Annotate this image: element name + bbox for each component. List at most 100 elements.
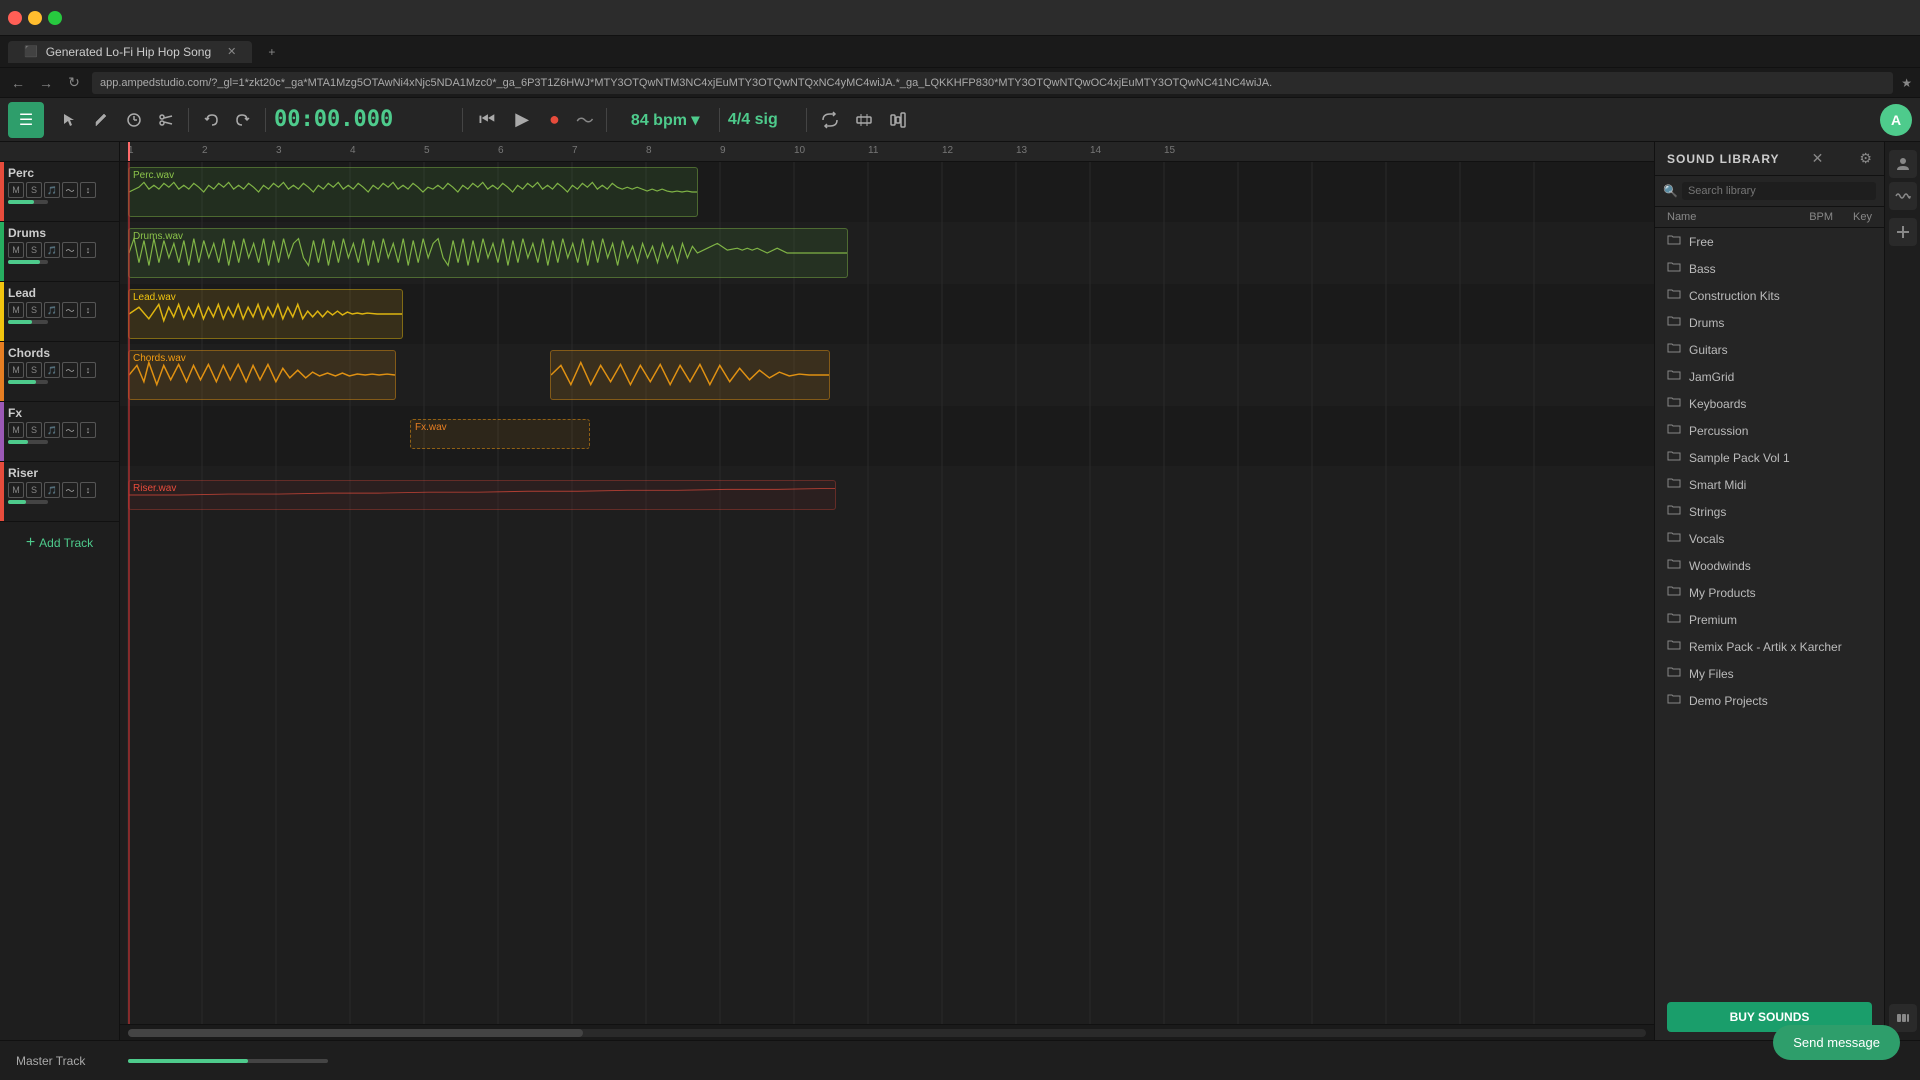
mute-drums[interactable]: M xyxy=(8,242,24,258)
solo-fx[interactable]: S xyxy=(26,422,42,438)
track-volume-drums[interactable] xyxy=(8,260,48,264)
library-close-button[interactable]: ✕ xyxy=(1812,150,1824,167)
bpm-display[interactable]: 84 bpm ▾ xyxy=(631,110,711,130)
library-item-bass[interactable]: Bass xyxy=(1655,255,1884,282)
mute-riser[interactable]: M xyxy=(8,482,24,498)
play-button[interactable]: ▶ xyxy=(507,105,537,134)
midi-perc[interactable]: 🎵 xyxy=(44,182,60,198)
back-button[interactable]: ← xyxy=(8,75,28,91)
loop-tool[interactable] xyxy=(815,107,845,133)
midi-riser[interactable]: 🎵 xyxy=(44,482,60,498)
clip-perc[interactable]: Perc.wav xyxy=(128,167,698,217)
pencil-tool[interactable] xyxy=(88,108,116,132)
mute-lead[interactable]: M xyxy=(8,302,24,318)
mute-perc[interactable]: M xyxy=(8,182,24,198)
library-item-free[interactable]: Free xyxy=(1655,228,1884,255)
eq-lead[interactable]: 〜 xyxy=(62,302,78,318)
clock-tool[interactable] xyxy=(120,108,148,132)
scroll-thumb[interactable] xyxy=(128,1029,583,1037)
redo-button[interactable] xyxy=(229,108,257,132)
url-bar[interactable] xyxy=(92,72,1893,94)
record-button[interactable]: ● xyxy=(541,105,568,134)
clip-fx[interactable]: Fx.wav xyxy=(410,419,590,449)
library-item-percussion[interactable]: Percussion xyxy=(1655,417,1884,444)
add-track-button[interactable]: + Add Track xyxy=(0,526,119,560)
expand-lead[interactable]: ↕ xyxy=(80,302,96,318)
midi-chords[interactable]: 🎵 xyxy=(44,362,60,378)
track-volume-perc[interactable] xyxy=(8,200,48,204)
master-volume-track[interactable] xyxy=(128,1059,328,1063)
bookmark-icon[interactable]: ★ xyxy=(1901,76,1912,90)
library-item-woodwinds[interactable]: Woodwinds xyxy=(1655,552,1884,579)
select-tool[interactable] xyxy=(56,108,84,132)
minimize-btn[interactable] xyxy=(28,11,42,25)
new-tab-btn[interactable]: + xyxy=(256,41,287,63)
mute-fx[interactable]: M xyxy=(8,422,24,438)
solo-perc[interactable]: S xyxy=(26,182,42,198)
bottom-scrollbar[interactable] xyxy=(120,1024,1654,1040)
library-item-my-files[interactable]: My Files xyxy=(1655,660,1884,687)
mix-tool[interactable] xyxy=(883,107,913,133)
track-volume-chords[interactable] xyxy=(8,380,48,384)
midi-fx[interactable]: 🎵 xyxy=(44,422,60,438)
time-sig-display[interactable]: 4/4 sig xyxy=(728,111,798,129)
track-volume-lead[interactable] xyxy=(8,320,48,324)
solo-chords[interactable]: S xyxy=(26,362,42,378)
midi-lead[interactable]: 🎵 xyxy=(44,302,60,318)
reload-button[interactable]: ↻ xyxy=(64,74,84,91)
solo-drums[interactable]: S xyxy=(26,242,42,258)
clip-riser[interactable]: Riser.wav xyxy=(128,480,836,510)
eq-drums[interactable]: 〜 xyxy=(62,242,78,258)
maximize-btn[interactable] xyxy=(48,11,62,25)
right-icon-user[interactable] xyxy=(1889,150,1917,178)
solo-lead[interactable]: S xyxy=(26,302,42,318)
eq-chords[interactable]: 〜 xyxy=(62,362,78,378)
library-item-remix-pack---artik-x-karcher[interactable]: Remix Pack - Artik x Karcher xyxy=(1655,633,1884,660)
forward-button[interactable]: → xyxy=(36,75,56,91)
right-icon-wave[interactable] xyxy=(1889,182,1917,210)
trim-tool[interactable] xyxy=(849,107,879,133)
rewind-button[interactable]: ⏮ xyxy=(471,105,503,134)
expand-riser[interactable]: ↕ xyxy=(80,482,96,498)
expand-perc[interactable]: ↕ xyxy=(80,182,96,198)
user-avatar[interactable]: A xyxy=(1880,104,1912,136)
expand-chords[interactable]: ↕ xyxy=(80,362,96,378)
send-message-button[interactable]: Send message xyxy=(1773,1025,1900,1060)
library-item-guitars[interactable]: Guitars xyxy=(1655,336,1884,363)
library-item-keyboards[interactable]: Keyboards xyxy=(1655,390,1884,417)
library-item-construction-kits[interactable]: Construction Kits xyxy=(1655,282,1884,309)
track-volume-riser[interactable] xyxy=(8,500,48,504)
clip-chords-1[interactable]: Chords.wav xyxy=(128,350,396,400)
clip-chords-2[interactable] xyxy=(550,350,830,400)
eq-riser[interactable]: 〜 xyxy=(62,482,78,498)
library-item-demo-projects[interactable]: Demo Projects xyxy=(1655,687,1884,714)
library-item-premium[interactable]: Premium xyxy=(1655,606,1884,633)
library-item-my-products[interactable]: My Products xyxy=(1655,579,1884,606)
library-search-input[interactable] xyxy=(1682,182,1876,200)
library-item-smart-midi[interactable]: Smart Midi xyxy=(1655,471,1884,498)
library-item-drums[interactable]: Drums xyxy=(1655,309,1884,336)
address-bar: ← → ↻ ★ xyxy=(0,68,1920,98)
scissors-tool[interactable] xyxy=(152,108,180,132)
expand-fx[interactable]: ↕ xyxy=(80,422,96,438)
close-btn[interactable] xyxy=(8,11,22,25)
clip-drums[interactable]: Drums.wav xyxy=(128,228,848,278)
clip-lead[interactable]: Lead.wav xyxy=(128,289,403,339)
solo-riser[interactable]: S xyxy=(26,482,42,498)
library-item-sample-pack-vol-1[interactable]: Sample Pack Vol 1 xyxy=(1655,444,1884,471)
track-volume-fx[interactable] xyxy=(8,440,48,444)
menu-button[interactable]: ☰ xyxy=(8,102,44,138)
library-item-strings[interactable]: Strings xyxy=(1655,498,1884,525)
mute-chords[interactable]: M xyxy=(8,362,24,378)
library-item-jamgrid[interactable]: JamGrid xyxy=(1655,363,1884,390)
right-icon-plus[interactable] xyxy=(1889,218,1917,246)
midi-drums[interactable]: 🎵 xyxy=(44,242,60,258)
active-tab[interactable]: ⬛ Generated Lo-Fi Hip Hop Song ✕ xyxy=(8,41,252,63)
expand-drums[interactable]: ↕ xyxy=(80,242,96,258)
eq-fx[interactable]: 〜 xyxy=(62,422,78,438)
tracks-canvas[interactable]: Perc.wav Drums.wav Lead.wav xyxy=(120,162,1654,1024)
eq-perc[interactable]: 〜 xyxy=(62,182,78,198)
library-item-vocals[interactable]: Vocals xyxy=(1655,525,1884,552)
undo-button[interactable] xyxy=(197,108,225,132)
library-settings-button[interactable]: ⚙ xyxy=(1859,150,1872,167)
